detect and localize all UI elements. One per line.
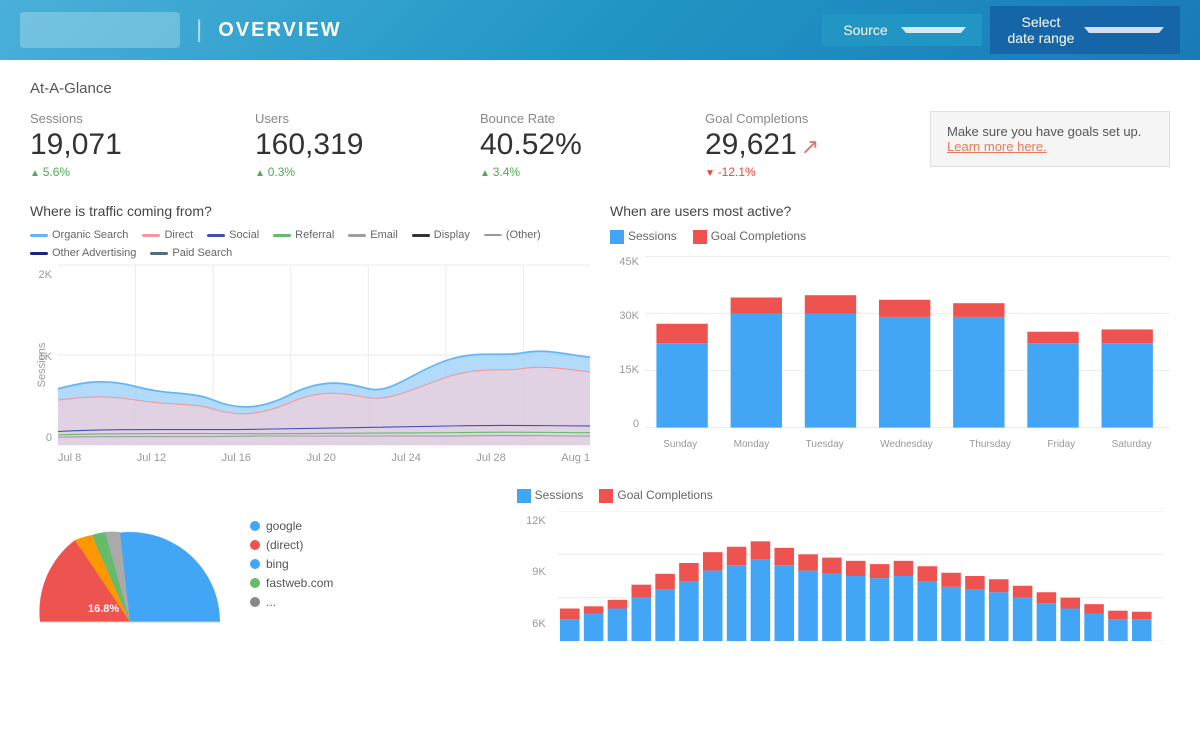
hourly-legend-goals: Goal Completions [599, 488, 712, 503]
sessions-value: 19,071 [30, 128, 225, 162]
traffic-chart-title: Where is traffic coming from? [30, 203, 590, 219]
bounce-rate-value: 40.52% [480, 128, 675, 162]
goal-learn-more-link[interactable]: Learn more here. [947, 139, 1047, 154]
legend-email: Email [348, 229, 398, 241]
users-value: 160,319 [255, 128, 450, 162]
pie-legend-direct: (direct) [250, 538, 333, 552]
legend-organic: Organic Search [30, 229, 128, 241]
pie-legend: google (direct) bing fastweb.com ... [250, 519, 333, 614]
at-a-glance-section: At-A-Glance Sessions 19,071 5.6% Users 1… [30, 80, 1170, 179]
legend-direct: Direct [142, 229, 193, 241]
sessions-label: Sessions [30, 111, 225, 126]
users-label: Users [255, 111, 450, 126]
goal-completions-value: 29,621 [705, 128, 797, 162]
legend-display: Display [412, 229, 470, 241]
goal-completions-change: -12.1% [705, 165, 900, 179]
pie-chart-panel: 16.8% google (direct) bing [30, 488, 497, 646]
at-a-glance-title: At-A-Glance [30, 80, 1170, 97]
page-title: OVERVIEW [218, 19, 814, 42]
legend-other-adv: Other Advertising [30, 247, 136, 259]
goal-note: Make sure you have goals set up. Learn m… [930, 111, 1170, 167]
goal-arrow-down [705, 165, 718, 179]
pie-legend-bing: bing [250, 557, 333, 571]
traffic-line-chart [58, 265, 590, 445]
logo [20, 12, 180, 48]
svg-text:16.8%: 16.8% [88, 603, 119, 615]
goal-arrow-icon: ↗ [801, 134, 819, 160]
pie-legend-google: google [250, 519, 333, 533]
legend-goal-completions: Goal Completions [693, 229, 806, 244]
metric-bounce-rate: Bounce Rate 40.52% 3.4% [480, 111, 675, 179]
legend-paid: Paid Search [150, 247, 232, 259]
source-dropdown-arrow [901, 27, 966, 33]
metric-goal-completions: Goal Completions 29,621 ↗ -12.1% [705, 111, 900, 179]
pie-legend-fastweb: fastweb.com [250, 576, 333, 590]
sessions-change: 5.6% [30, 165, 225, 179]
metrics-row: Sessions 19,071 5.6% Users 160,319 0.3% … [30, 111, 1170, 179]
metric-sessions: Sessions 19,071 5.6% [30, 111, 225, 179]
hourly-bar-chart [552, 511, 1170, 641]
date-dropdown-arrow [1084, 27, 1164, 33]
main-content: At-A-Glance Sessions 19,071 5.6% Users 1… [0, 60, 1200, 666]
users-change: 0.3% [255, 165, 450, 179]
users-arrow-up [255, 165, 268, 179]
charts-row: Where is traffic coming from? Organic Se… [30, 203, 1170, 464]
active-users-chart-panel: When are users most active? Sessions Goa… [610, 203, 1170, 464]
pie-chart: 16.8% [30, 502, 230, 632]
bounce-arrow-up [480, 165, 493, 179]
bounce-rate-change: 3.4% [480, 165, 675, 179]
metric-users: Users 160,319 0.3% [255, 111, 450, 179]
date-range-dropdown[interactable]: Select date range [990, 6, 1180, 54]
active-legend: Sessions Goal Completions [610, 229, 1170, 244]
hourly-legend: Sessions Goal Completions [517, 488, 1170, 503]
pie-legend-other: ... [250, 595, 333, 609]
goal-completions-label: Goal Completions [705, 111, 900, 126]
bounce-rate-label: Bounce Rate [480, 111, 675, 126]
active-users-bar-chart [645, 252, 1170, 432]
header-divider: | [196, 16, 202, 44]
legend-other: (Other) [484, 229, 541, 241]
hourly-chart-panel: Sessions Goal Completions 12K 9K 6K [517, 488, 1170, 646]
legend-social: Social [207, 229, 259, 241]
hourly-legend-sessions: Sessions [517, 488, 584, 503]
header: | OVERVIEW Source Select date range [0, 0, 1200, 60]
active-chart-title: When are users most active? [610, 203, 1170, 219]
sessions-arrow-up [30, 165, 43, 179]
bottom-row: 16.8% google (direct) bing [30, 488, 1170, 646]
traffic-legend: Organic Search Direct Social Referral Em… [30, 229, 590, 259]
legend-sessions: Sessions [610, 229, 677, 244]
source-dropdown[interactable]: Source [822, 14, 982, 46]
legend-referral: Referral [273, 229, 334, 241]
traffic-chart-panel: Where is traffic coming from? Organic Se… [30, 203, 590, 464]
